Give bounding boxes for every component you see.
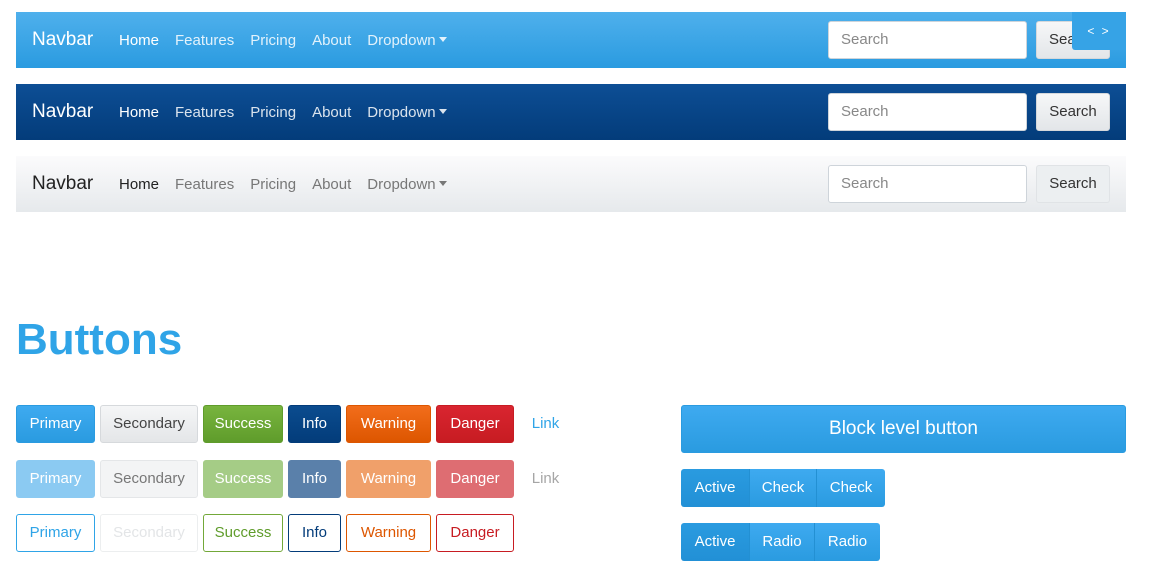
nav-link-home[interactable]: Home [119,175,159,194]
radio-button[interactable]: Radio [750,523,815,561]
info-button-disabled: Info [288,460,341,498]
warning-outline-button[interactable]: Warning [346,514,431,552]
secondary-button[interactable]: Secondary [100,405,198,443]
nav-link-home[interactable]: Home [119,31,159,50]
primary-outline-button[interactable]: Primary [16,514,95,552]
danger-button-disabled: Danger [436,460,514,498]
nav-link-pricing[interactable]: Pricing [250,103,296,122]
success-button[interactable]: Success [203,405,283,443]
navbar-primary: Navbar Home Features Pricing About Dropd… [16,12,1126,68]
nav-link-pricing[interactable]: Pricing [250,175,296,194]
danger-button[interactable]: Danger [436,405,514,443]
secondary-button-disabled: Secondary [100,460,198,498]
nav-link-about[interactable]: About [312,103,351,122]
nav-link-dropdown[interactable]: Dropdown [367,175,447,194]
search-input[interactable]: Search [828,93,1027,131]
navbar-light: Navbar Home Features Pricing About Dropd… [16,156,1126,212]
section-title: Buttons [16,315,183,364]
navbar-links: Home Features Pricing About Dropdown [119,103,463,122]
checkbox-check-button[interactable]: Check [750,469,817,507]
success-button-disabled: Success [203,460,283,498]
primary-button[interactable]: Primary [16,405,95,443]
nav-link-features[interactable]: Features [175,103,234,122]
search-input[interactable]: Search [828,165,1027,203]
checkbox-active-button[interactable]: Active [681,469,750,507]
navbar-brand[interactable]: Navbar [32,101,93,123]
dropdown-label: Dropdown [367,104,436,121]
navbar-links: Home Features Pricing About Dropdown [119,31,463,50]
dropdown-label: Dropdown [367,32,436,49]
warning-button-disabled: Warning [346,460,431,498]
navbar-dark: Navbar Home Features Pricing About Dropd… [16,84,1126,140]
nav-link-features[interactable]: Features [175,175,234,194]
info-button[interactable]: Info [288,405,341,443]
danger-outline-button[interactable]: Danger [436,514,514,552]
nav-link-home[interactable]: Home [119,103,159,122]
caret-down-icon [438,109,447,114]
radio-button-group: Active Radio Radio [681,523,880,561]
radio-button[interactable]: Radio [815,523,880,561]
navbar-brand[interactable]: Navbar [32,29,93,51]
nav-link-pricing[interactable]: Pricing [250,31,296,50]
caret-down-icon [438,37,447,42]
nav-link-features[interactable]: Features [175,31,234,50]
success-outline-button[interactable]: Success [203,514,283,552]
secondary-outline-button[interactable]: Secondary [100,514,198,552]
search-button[interactable]: Search [1036,93,1110,131]
link-button-disabled: Link [531,470,560,487]
dropdown-label: Dropdown [367,176,436,193]
navbar-links: Home Features Pricing About Dropdown [119,175,463,194]
nav-link-about[interactable]: About [312,31,351,50]
radio-active-button[interactable]: Active [681,523,750,561]
info-outline-button[interactable]: Info [288,514,341,552]
search-input[interactable]: Search [828,21,1027,59]
link-button[interactable]: Link [519,405,572,443]
primary-button-disabled: Primary [16,460,95,498]
block-level-button[interactable]: Block level button [681,405,1126,453]
checkbox-button-group: Active Check Check [681,469,885,507]
navbar-brand[interactable]: Navbar [32,173,93,195]
checkbox-check-button[interactable]: Check [817,469,885,507]
warning-button[interactable]: Warning [346,405,431,443]
search-button[interactable]: Search [1036,165,1110,203]
code-toggle-button[interactable]: < > [1072,12,1126,50]
nav-link-about[interactable]: About [312,175,351,194]
nav-link-dropdown[interactable]: Dropdown [367,31,447,50]
nav-link-dropdown[interactable]: Dropdown [367,103,447,122]
caret-down-icon [438,181,447,186]
